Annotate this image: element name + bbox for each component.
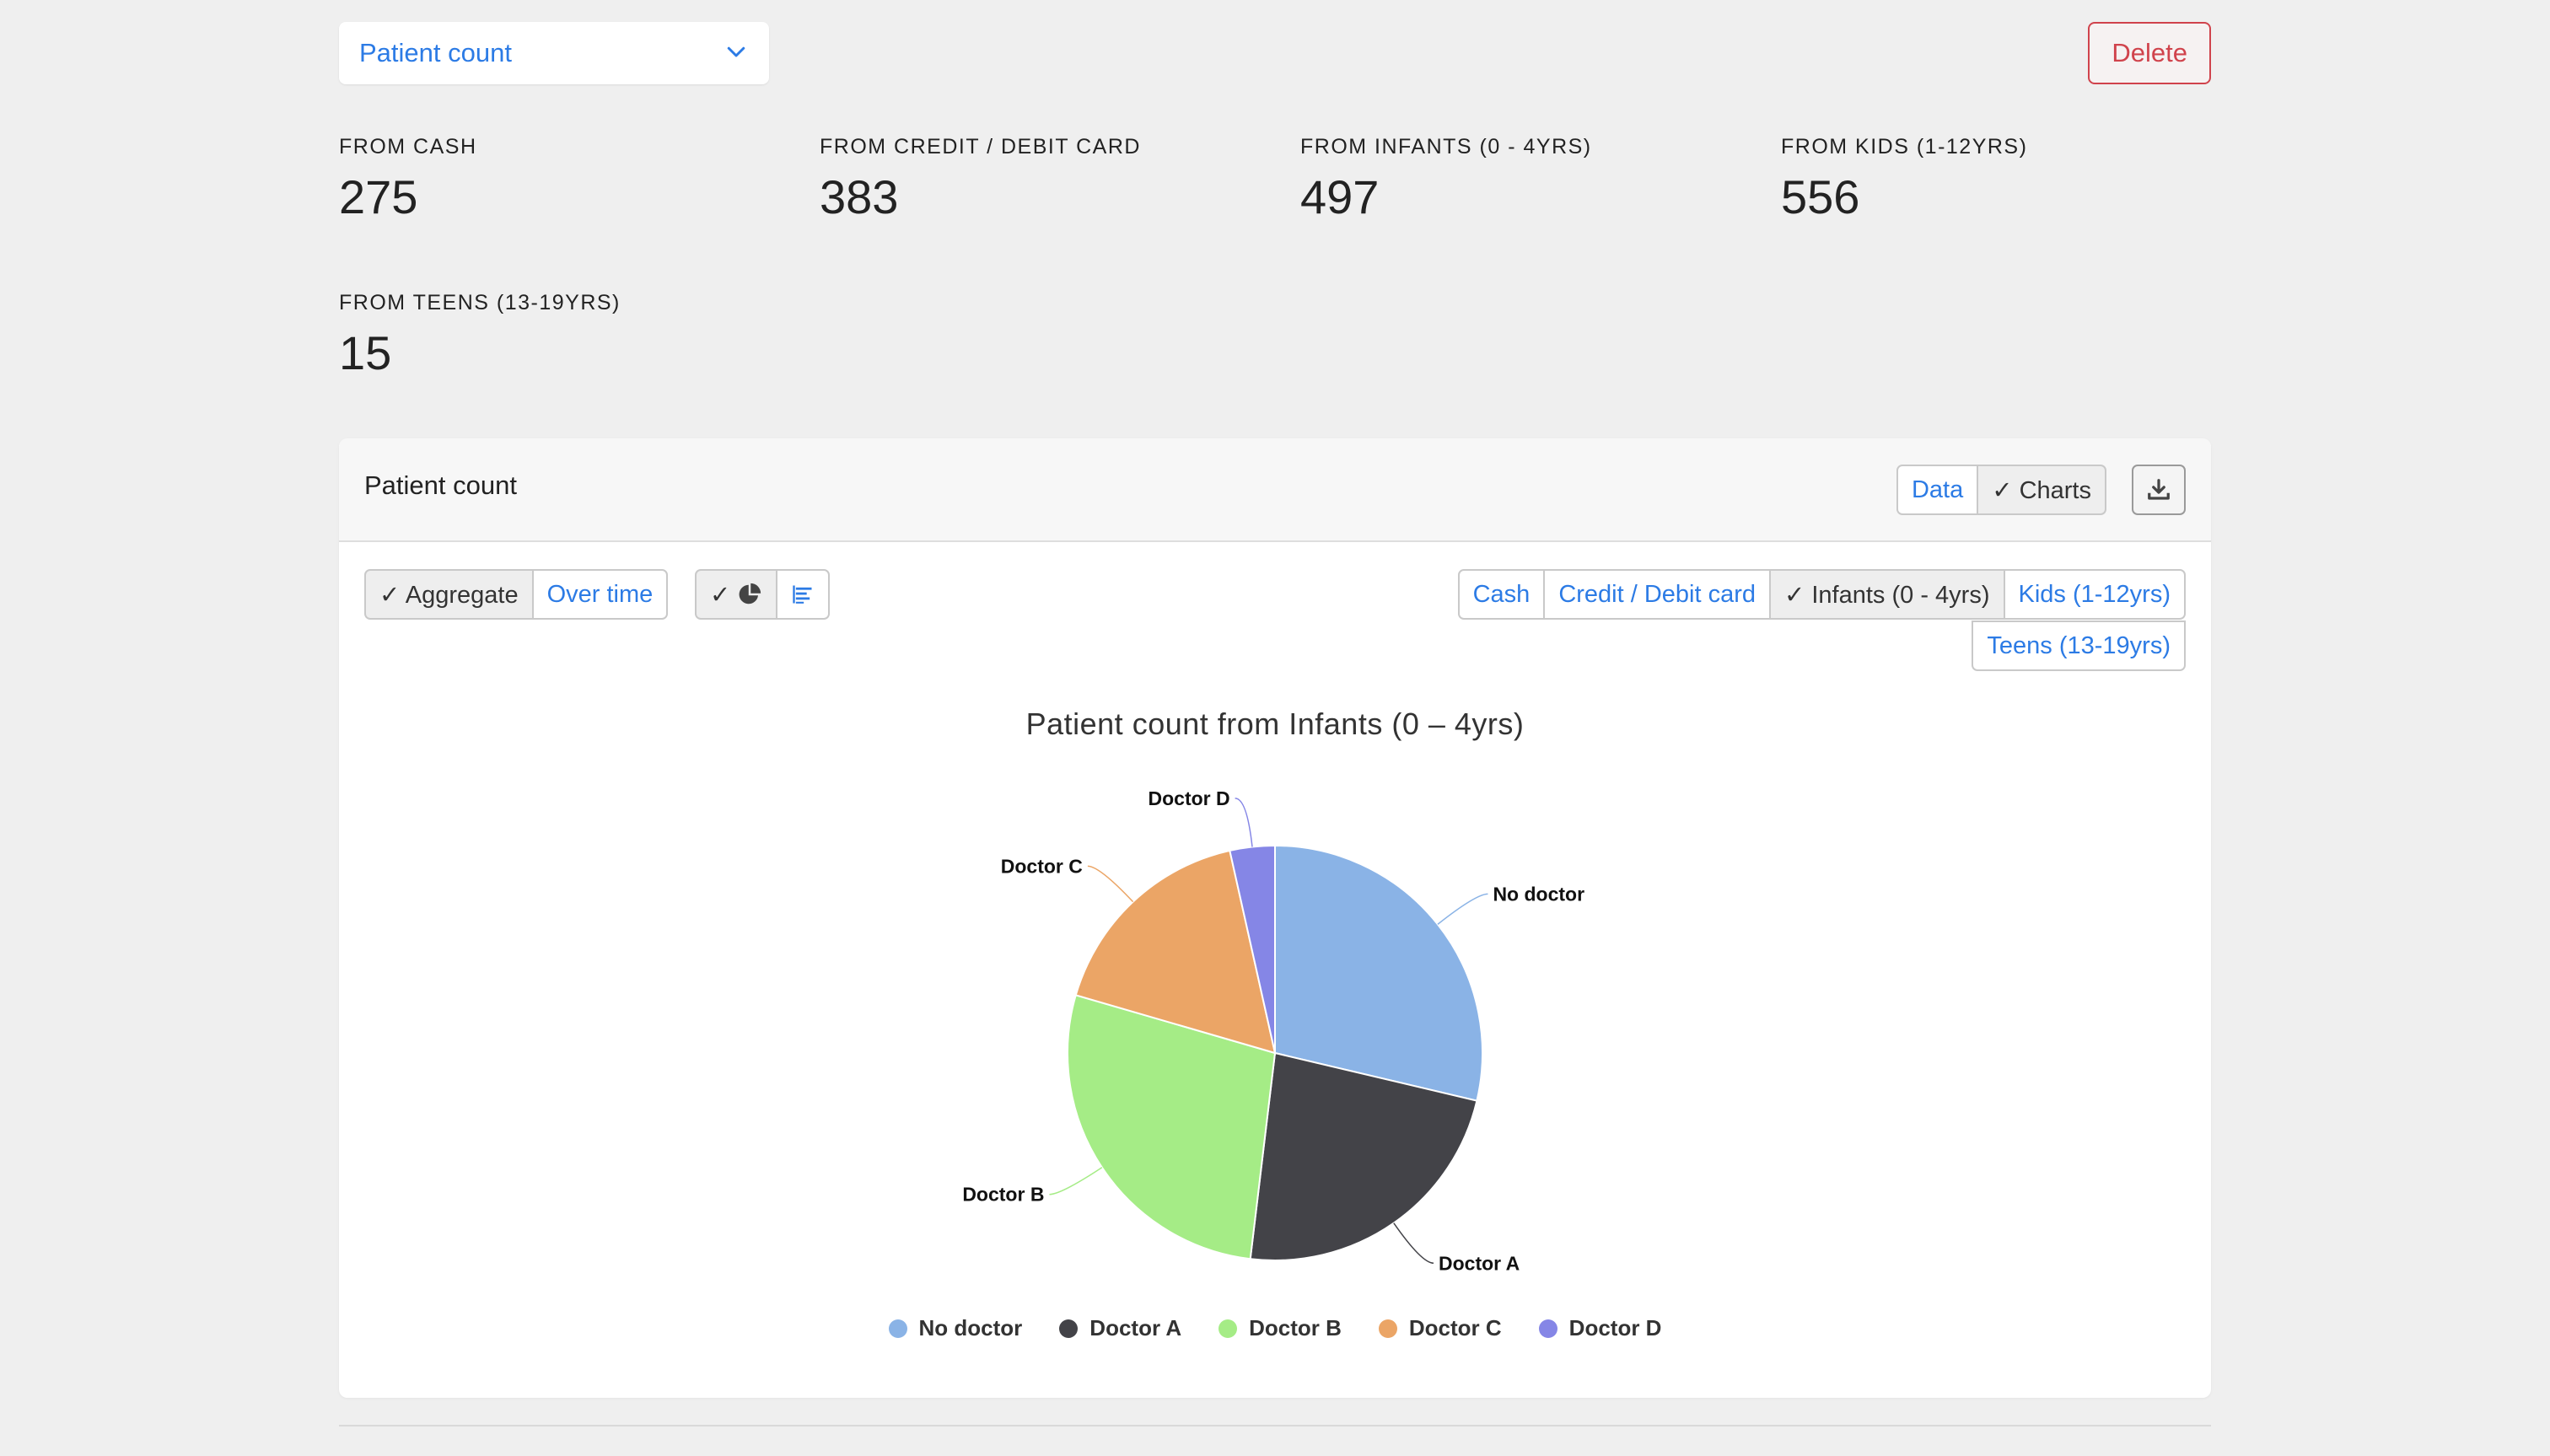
pie-chart: No doctor Doctor A Doctor B Doctor C Doctor … [962,787,1584,1274]
chevron-down-icon [724,39,749,68]
legend-item-doctor-b[interactable]: Doctor B [1219,1315,1342,1341]
legend-label: Doctor A [1089,1315,1182,1340]
stat-label: FROM CASH [339,135,477,158]
pie-label-doctor-c: Doctor C [1001,855,1083,877]
stats-grid: FROM CASH 275 FROM CREDIT / DEBIT CARD 3… [339,93,2211,438]
stat-credit-debit: FROM CREDIT / DEBIT CARD 383 [820,135,1292,224]
metric-select[interactable]: Patient count [339,22,769,84]
stat-value: 556 [1781,170,1860,223]
metric-select-label: Patient count [359,38,512,67]
pie-connector-doctor-a [1393,1222,1434,1265]
pie-connector-no-doctor [1437,893,1488,925]
pie-connector-doctor-d [1235,798,1253,847]
legend-dot [1059,1319,1079,1338]
legend-dot [1219,1319,1238,1338]
chart-legend: No doctor Doctor A Doctor B Doctor C Doctor … [339,1315,2211,1341]
pie-label-doctor-a: Doctor A [1439,1252,1520,1274]
stat-kids: FROM KIDS (1-12YRS) 556 [1781,135,2253,224]
page-container: Patient count Delete FROM CASH 275 FROM … [339,0,2211,1398]
legend-label: Doctor B [1249,1315,1342,1340]
pie-connector-doctor-c [1087,865,1134,903]
legend-dot [1378,1319,1397,1338]
pie-label-no-doctor: No doctor [1493,883,1584,905]
stat-label: FROM INFANTS (0 - 4YRS) [1300,135,1592,158]
legend-item-no-doctor[interactable]: No doctor [888,1315,1023,1341]
stat-value: 15 [339,326,392,379]
stat-value: 383 [820,170,899,223]
top-bar: Patient count Delete [339,0,2211,93]
legend-item-doctor-a[interactable]: Doctor A [1059,1315,1181,1341]
legend-item-doctor-c[interactable]: Doctor C [1378,1315,1502,1341]
stat-label: FROM CREDIT / DEBIT CARD [820,135,1141,158]
stat-label: FROM TEENS (13-19YRS) [339,291,621,314]
pie-connector-doctor-b [1049,1167,1103,1195]
stat-cash: FROM CASH 275 [339,135,811,224]
pie-label-doctor-d: Doctor D [1149,787,1230,809]
bottom-divider [339,1425,2211,1426]
stat-label: FROM KIDS (1-12YRS) [1781,135,2028,158]
chart-panel: Patient count Data ✓ Charts ✓ Aggregate … [339,438,2211,1398]
legend-dot [888,1319,907,1338]
stat-value: 275 [339,170,418,223]
legend-label: Doctor D [1568,1315,1662,1340]
stat-value: 497 [1300,170,1380,223]
stat-teens: FROM TEENS (13-19YRS) 15 [339,291,811,380]
pie-label-doctor-b: Doctor B [962,1184,1044,1206]
legend-item-doctor-d[interactable]: Doctor D [1538,1315,1662,1341]
legend-dot [1538,1319,1557,1338]
delete-button[interactable]: Delete [2088,22,2211,84]
legend-label: No doctor [918,1315,1023,1340]
stat-infants: FROM INFANTS (0 - 4YRS) 497 [1300,135,1773,224]
legend-label: Doctor C [1408,1315,1502,1340]
